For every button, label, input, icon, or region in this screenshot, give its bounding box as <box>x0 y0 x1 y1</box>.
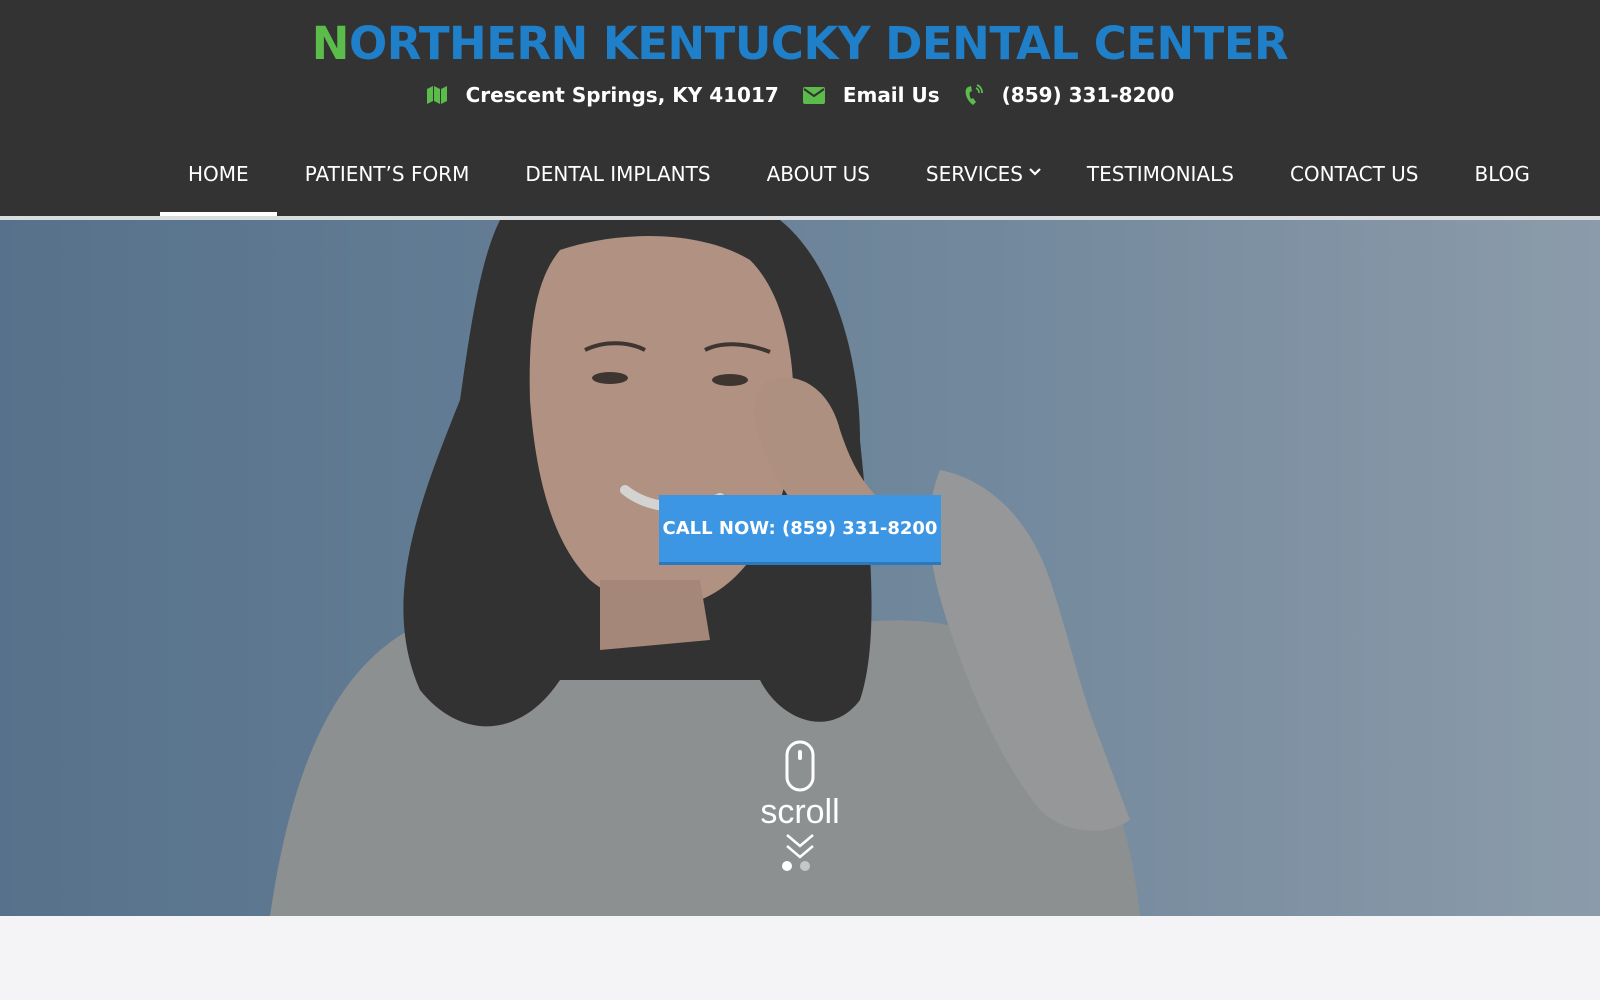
nav-item-label: HOME <box>188 162 249 186</box>
slider-dot-2[interactable] <box>800 861 810 871</box>
nav-item-testimonials[interactable]: TESTIMONIALS <box>1059 148 1262 216</box>
call-now-button[interactable]: CALL NOW: (859) 331-8200 <box>659 495 941 565</box>
site-logo[interactable]: NORTHERN KENTUCKY DENTAL CENTER <box>0 14 1600 74</box>
nav-item-home[interactable]: HOME <box>160 148 277 216</box>
hero-slider: CALL NOW: (859) 331-8200 scroll <box>0 220 1600 916</box>
email-link[interactable]: Email Us <box>802 83 940 107</box>
double-chevron-down-icon <box>786 834 814 859</box>
content-area <box>0 916 1600 1000</box>
nav-item-label: SERVICES <box>925 162 1023 186</box>
logo-first-letter: N <box>311 17 350 70</box>
phone-icon <box>964 84 984 106</box>
nav-item-label: TESTIMONIALS <box>1086 162 1234 186</box>
location-info[interactable]: Crescent Springs, KY 41017 <box>426 83 779 107</box>
nav-item-label: PATIENT’S FORM <box>304 162 470 186</box>
email-text: Email Us <box>842 83 940 107</box>
nav-item-about-us[interactable]: ABOUT US <box>739 148 898 216</box>
envelope-icon <box>802 86 825 104</box>
mouse-icon <box>785 740 815 792</box>
location-text: Crescent Springs, KY 41017 <box>465 83 779 107</box>
phone-link[interactable]: (859) 331-8200 <box>964 83 1175 107</box>
map-icon <box>426 85 448 105</box>
nav-item-label: DENTAL IMPLANTS <box>525 162 711 186</box>
nav-item-patients-form[interactable]: PATIENT’S FORM <box>277 148 498 216</box>
nav-item-dental-implants[interactable]: DENTAL IMPLANTS <box>497 148 738 216</box>
nav-item-label: BLOG <box>1474 162 1530 186</box>
site-header: NORTHERN KENTUCKY DENTAL CENTER Crescent… <box>0 0 1600 216</box>
scroll-indicator[interactable]: scroll <box>740 740 860 862</box>
nav-item-contact-us[interactable]: CONTACT US <box>1262 148 1447 216</box>
phone-text: (859) 331-8200 <box>1001 83 1175 107</box>
scroll-label: scroll <box>760 793 840 831</box>
nav-item-services[interactable]: SERVICES <box>898 148 1059 216</box>
nav-item-label: ABOUT US <box>766 162 870 186</box>
logo-rest: ORTHERN KENTUCKY DENTAL CENTER <box>348 17 1289 70</box>
nav-item-label: CONTACT US <box>1289 162 1419 186</box>
slider-dot-1[interactable] <box>782 861 792 871</box>
slider-dots <box>782 861 810 871</box>
chevron-down-icon <box>1029 162 1041 176</box>
main-nav: HOME PATIENT’S FORM DENTAL IMPLANTS ABOU… <box>160 148 1558 216</box>
contact-bar: Crescent Springs, KY 41017 Email Us (859… <box>0 78 1600 112</box>
nav-item-blog[interactable]: BLOG <box>1447 148 1558 216</box>
